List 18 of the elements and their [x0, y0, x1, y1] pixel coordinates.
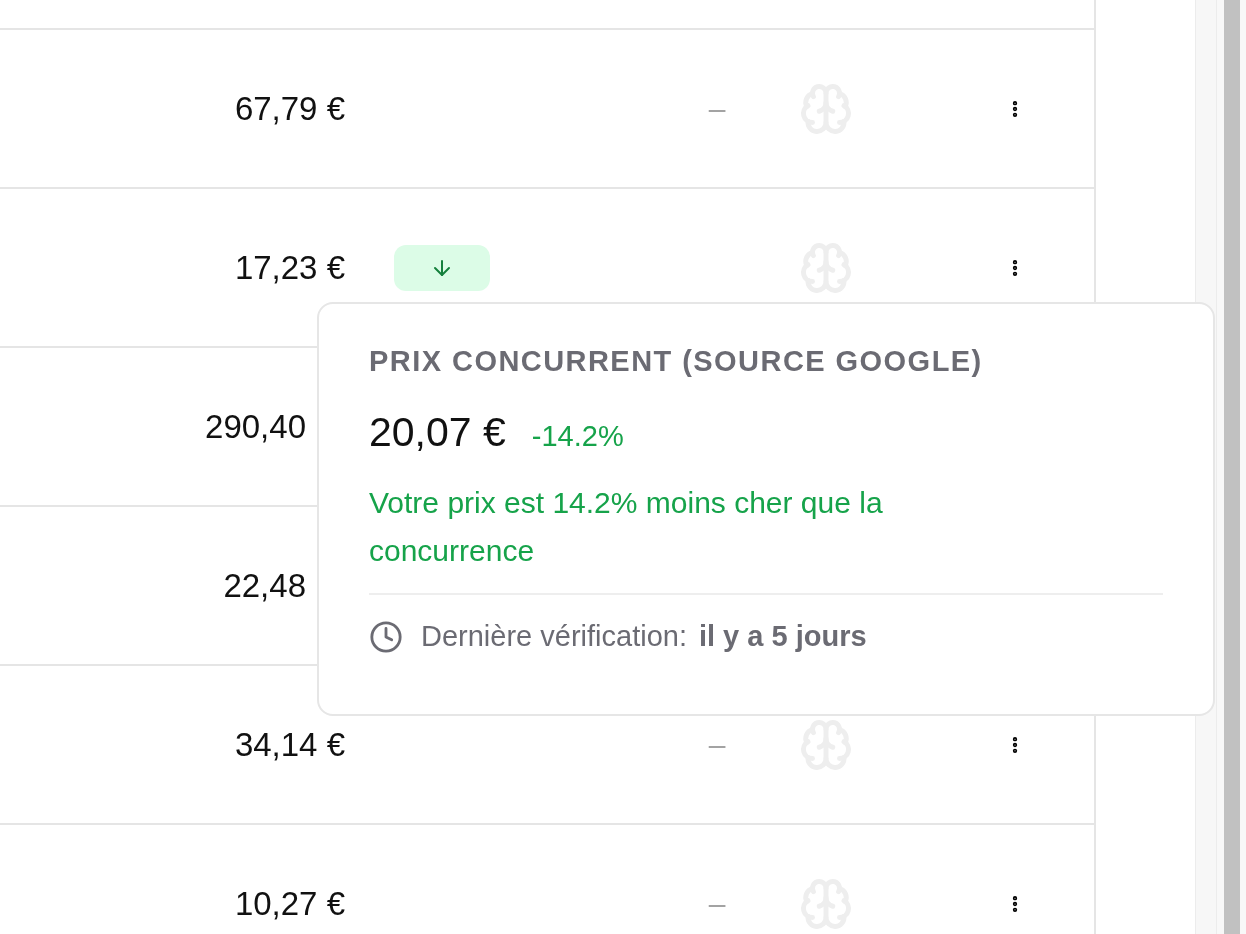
empty-value-text: – — [708, 91, 726, 127]
competitor-price: 20,07 € — [369, 407, 506, 457]
comparison-message: Votre prix est 14.2% moins cher que la concurrence — [369, 485, 884, 569]
clock-icon — [369, 619, 403, 654]
price-text: 17,23 € — [234, 247, 345, 288]
price-text: 22,48 — [223, 565, 306, 606]
empty-value-text: – — [708, 727, 726, 763]
price-text: 67,79 € — [234, 88, 345, 129]
tooltip-title: PRIX CONCURRENT (SOURCE GOOGLE) — [369, 344, 984, 379]
price-text: 34,14 € — [234, 724, 345, 765]
last-check-label: Dernière vérification: — [421, 619, 687, 654]
last-check-value: il y a 5 jours — [698, 619, 867, 654]
price-text: 290,40 — [205, 406, 306, 447]
price-difference: -14.2% — [531, 418, 624, 454]
price-text: 10,27 € — [234, 883, 345, 924]
scrollbar[interactable] — [1217, 0, 1246, 934]
brain-icon[interactable] — [799, 717, 853, 772]
empty-value-text: – — [708, 886, 726, 922]
